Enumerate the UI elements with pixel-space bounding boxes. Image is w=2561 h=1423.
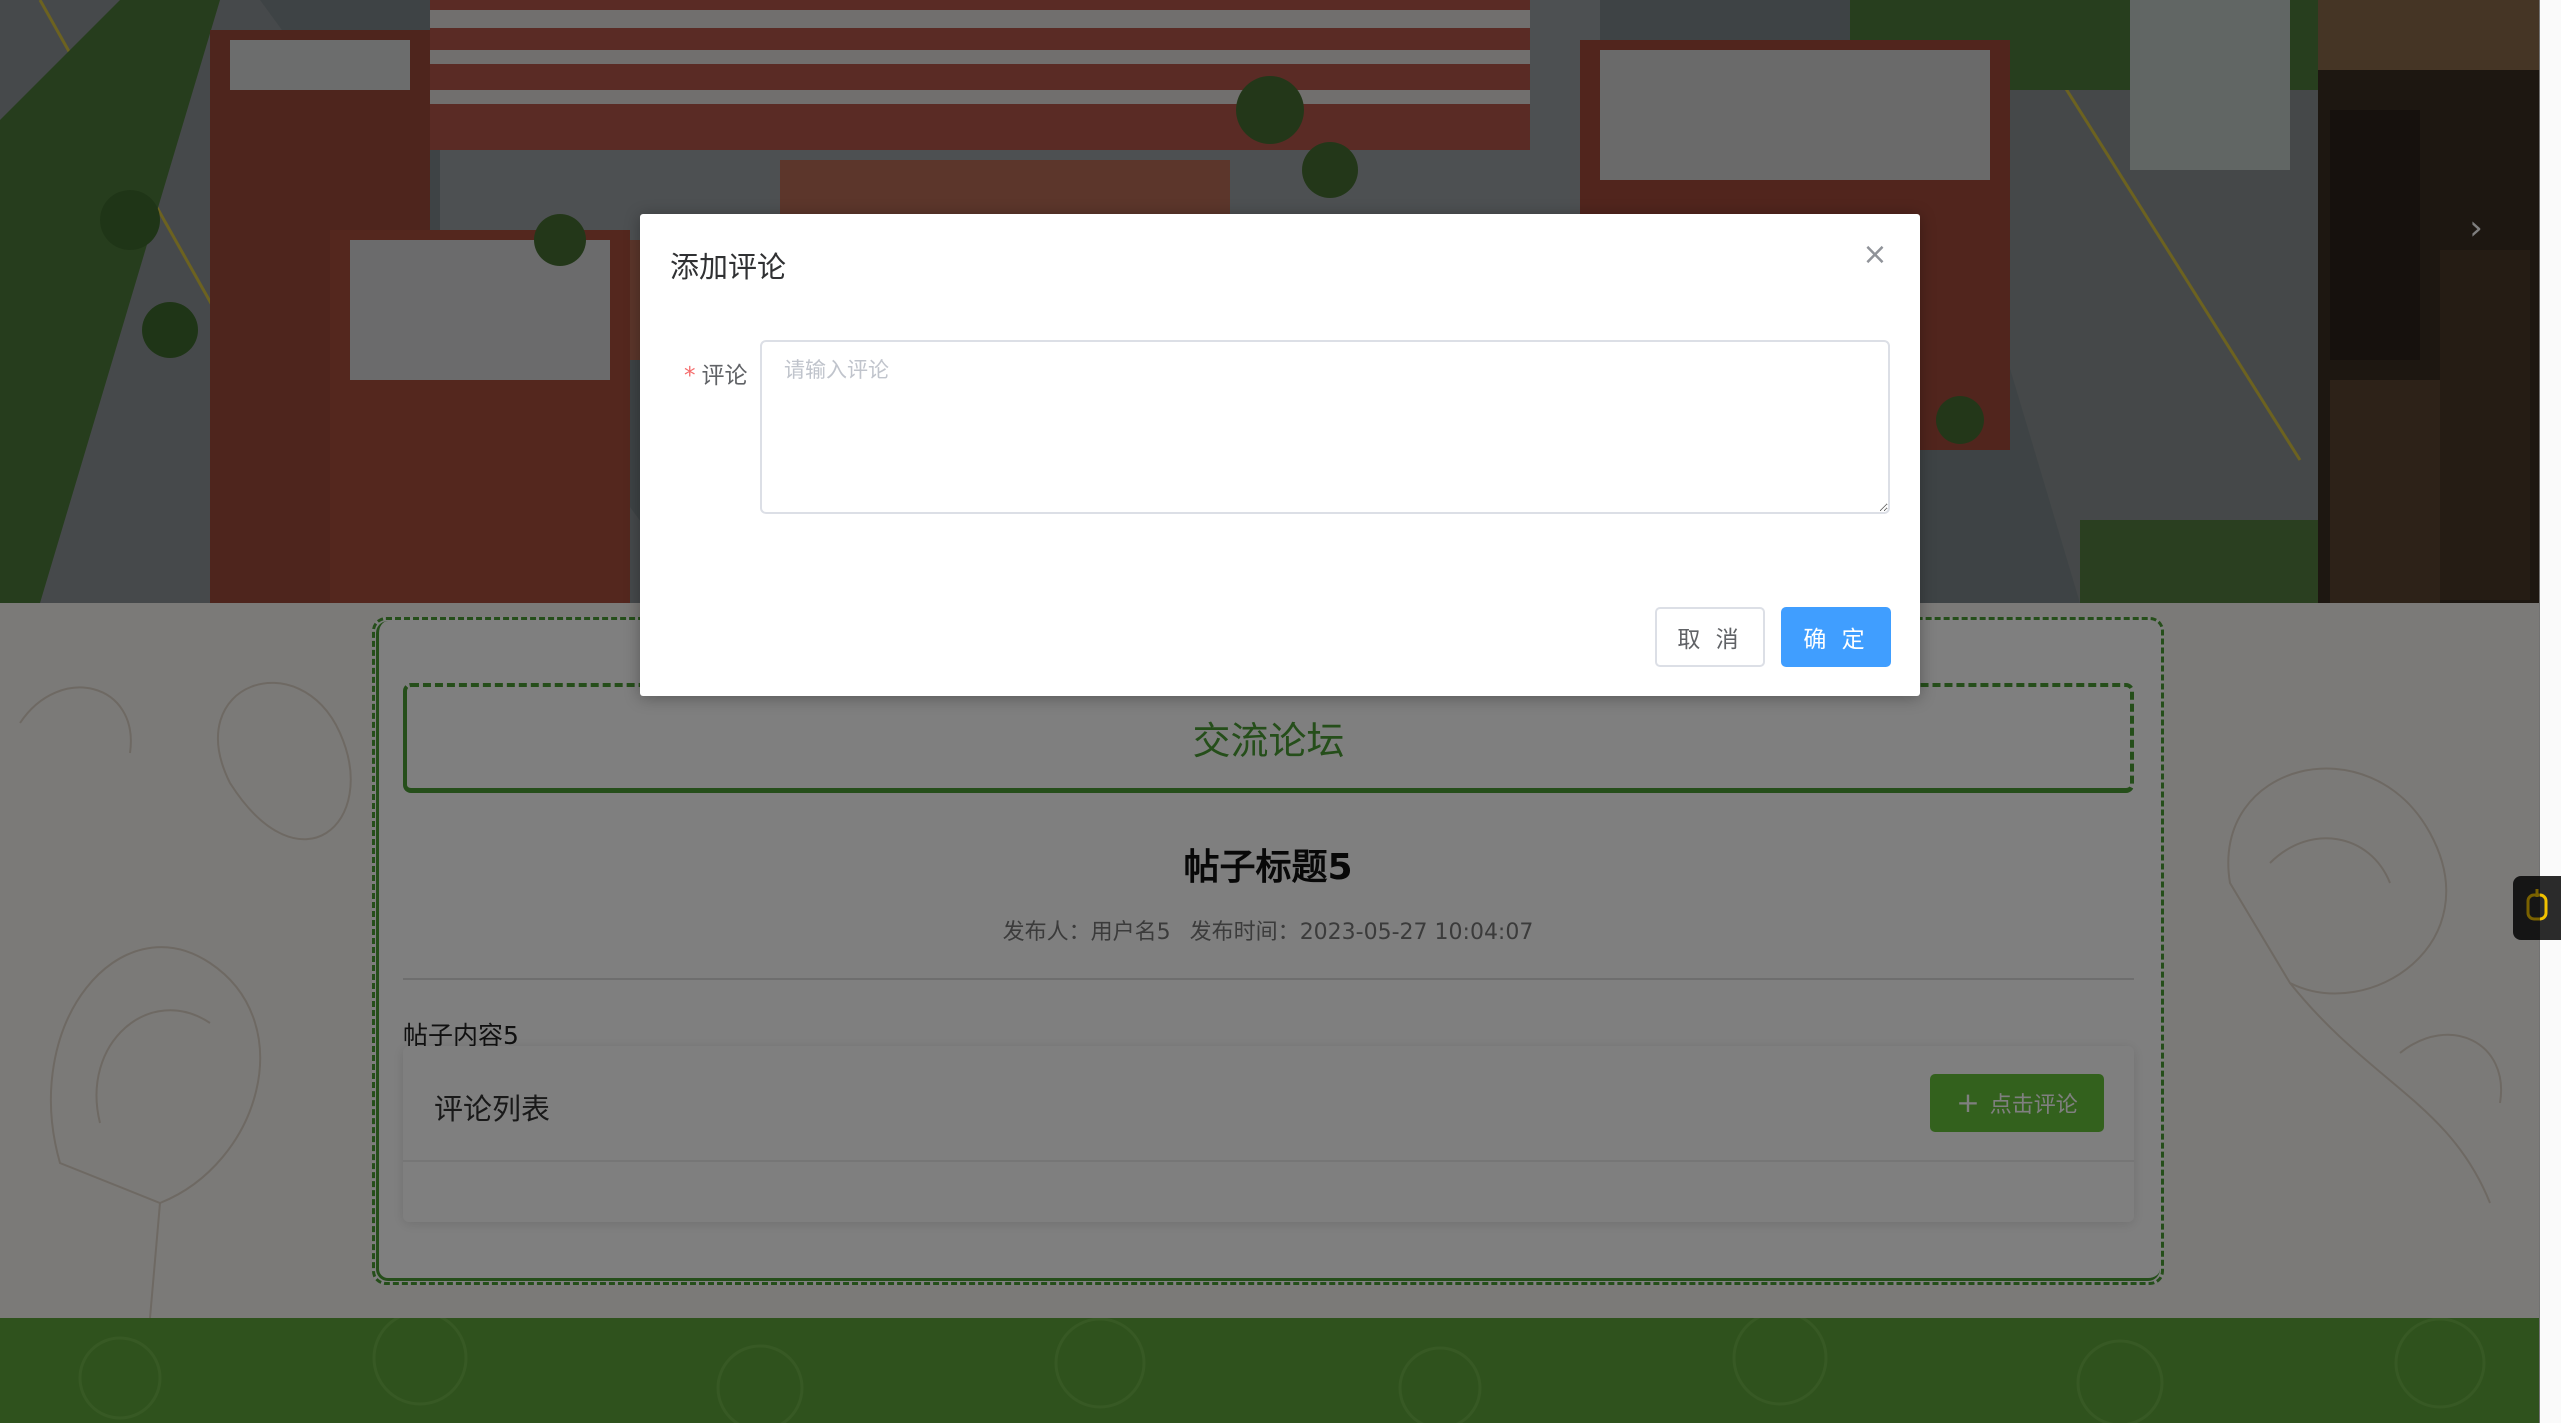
cancel-button[interactable]: 取 消: [1655, 607, 1765, 667]
confirm-button-label: 确 定: [1803, 627, 1869, 653]
page-scrollbar[interactable]: [2539, 0, 2561, 1423]
comment-field-label-text: 评论: [701, 363, 748, 389]
dialog-close-button[interactable]: ×: [1860, 240, 1890, 270]
required-mark: *: [684, 363, 696, 389]
comment-textarea[interactable]: [760, 340, 1890, 514]
add-comment-dialog: 添加评论 × *评论 取 消 确 定: [640, 214, 1920, 696]
dialog-title: 添加评论: [670, 250, 787, 284]
close-icon: ×: [1862, 237, 1888, 272]
comment-field-label: * 评论: [684, 356, 748, 390]
cancel-button-label: 取 消: [1677, 627, 1743, 653]
confirm-button[interactable]: 确 定: [1781, 607, 1891, 667]
page: › 交流论坛 帖子标题5 发布人：用户: [0, 0, 2561, 1423]
